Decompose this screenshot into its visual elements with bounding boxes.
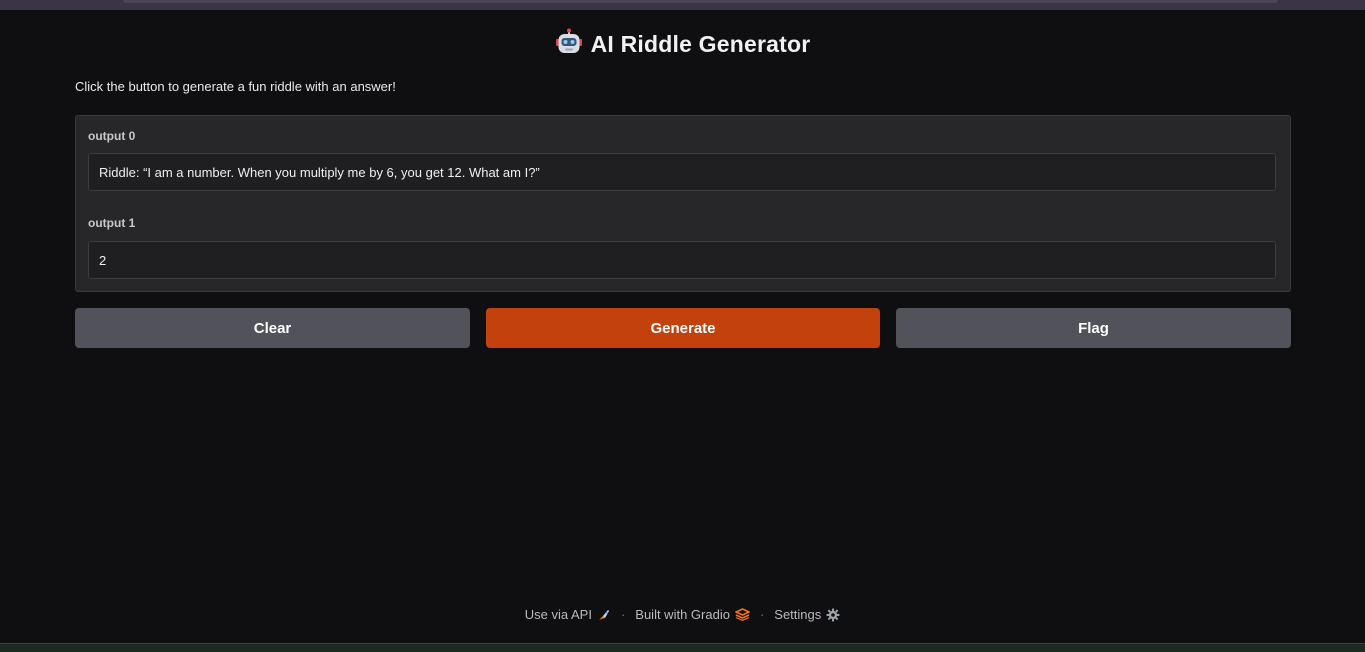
address-bar[interactable] [123,0,1278,3]
page-description: Click the button to generate a fun riddl… [75,79,396,94]
footer-separator: · [620,607,626,622]
settings-link[interactable]: Settings [774,607,840,622]
use-via-api-link[interactable]: Use via API [525,607,611,622]
browser-chrome-strip [0,0,1365,10]
flag-button[interactable]: Flag [896,308,1291,348]
output-1-textbox[interactable]: 2 [88,241,1276,279]
rocket-icon [597,608,611,622]
gradio-logo-icon [734,608,750,621]
output-1-label: output 1 [88,216,136,230]
settings-label: Settings [774,607,822,622]
page-header: AI Riddle Generator [0,28,1365,61]
robot-icon [555,28,583,61]
built-with-gradio-link[interactable]: Built with Gradio [635,607,750,622]
footer-separator: · [759,607,765,622]
use-via-api-label: Use via API [524,607,592,622]
built-with-gradio-label: Built with Gradio [635,607,730,622]
footer: Use via API · Built with Gradio · Settin… [0,607,1365,622]
output-0-textbox[interactable]: Riddle: “I am a number. When you multipl… [88,153,1276,191]
output-0-label: output 0 [88,129,136,143]
outputs-panel: output 0 Riddle: “I am a number. When yo… [75,115,1291,292]
page-title: AI Riddle Generator [590,31,811,57]
gear-icon [826,608,840,622]
generate-button[interactable]: Generate [486,308,880,348]
clear-button[interactable]: Clear [75,308,470,348]
